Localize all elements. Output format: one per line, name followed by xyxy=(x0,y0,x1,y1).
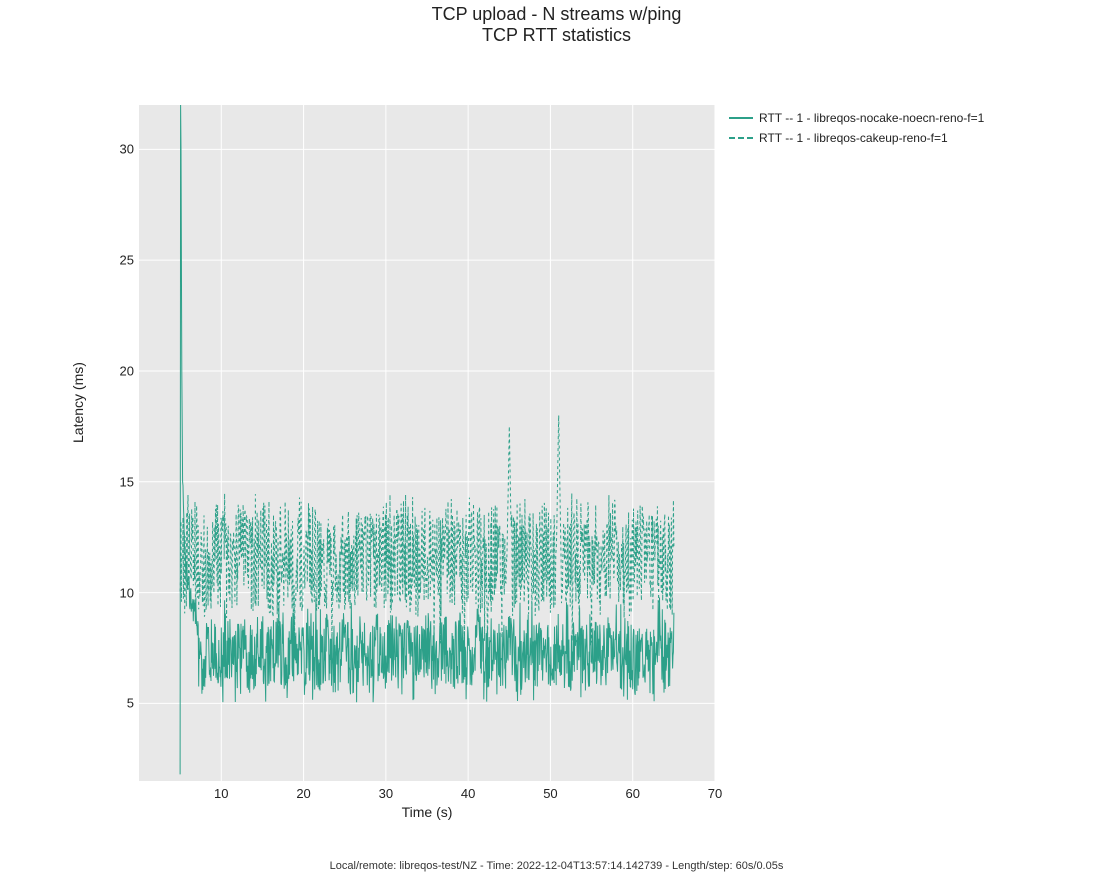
legend-item-2: RTT -- 1 - libreqos-cakeup-reno-f=1 xyxy=(729,128,984,148)
legend-swatch-solid-icon xyxy=(729,117,753,119)
x-axis-label: Time (s) xyxy=(139,804,715,820)
legend-label-2: RTT -- 1 - libreqos-cakeup-reno-f=1 xyxy=(759,131,948,145)
y-tick: 25 xyxy=(110,253,134,268)
legend-swatch-dashed-icon xyxy=(729,137,753,139)
legend-item-1: RTT -- 1 - libreqos-nocake-noecn-reno-f=… xyxy=(729,108,984,128)
series-dashed xyxy=(180,415,674,645)
x-tick: 50 xyxy=(543,786,557,801)
y-tick: 5 xyxy=(110,696,134,711)
y-tick: 20 xyxy=(110,363,134,378)
x-tick: 70 xyxy=(708,786,722,801)
y-tick: 10 xyxy=(110,585,134,600)
series-solid xyxy=(180,105,674,774)
chart-title: TCP upload - N streams w/ping xyxy=(0,4,1113,25)
chart-svg xyxy=(139,105,715,781)
legend-label-1: RTT -- 1 - libreqos-nocake-noecn-reno-f=… xyxy=(759,111,984,125)
x-tick: 60 xyxy=(625,786,639,801)
x-tick: 10 xyxy=(214,786,228,801)
x-tick: 20 xyxy=(296,786,310,801)
plot-area xyxy=(139,105,715,781)
x-tick: 40 xyxy=(461,786,475,801)
footer-text: Local/remote: libreqos-test/NZ - Time: 2… xyxy=(0,860,1113,872)
y-tick: 30 xyxy=(110,142,134,157)
legend: RTT -- 1 - libreqos-nocake-noecn-reno-f=… xyxy=(729,108,984,148)
x-tick: 30 xyxy=(379,786,393,801)
y-tick: 15 xyxy=(110,474,134,489)
y-axis-label: Latency (ms) xyxy=(70,362,86,443)
chart-subtitle: TCP RTT statistics xyxy=(0,25,1113,46)
